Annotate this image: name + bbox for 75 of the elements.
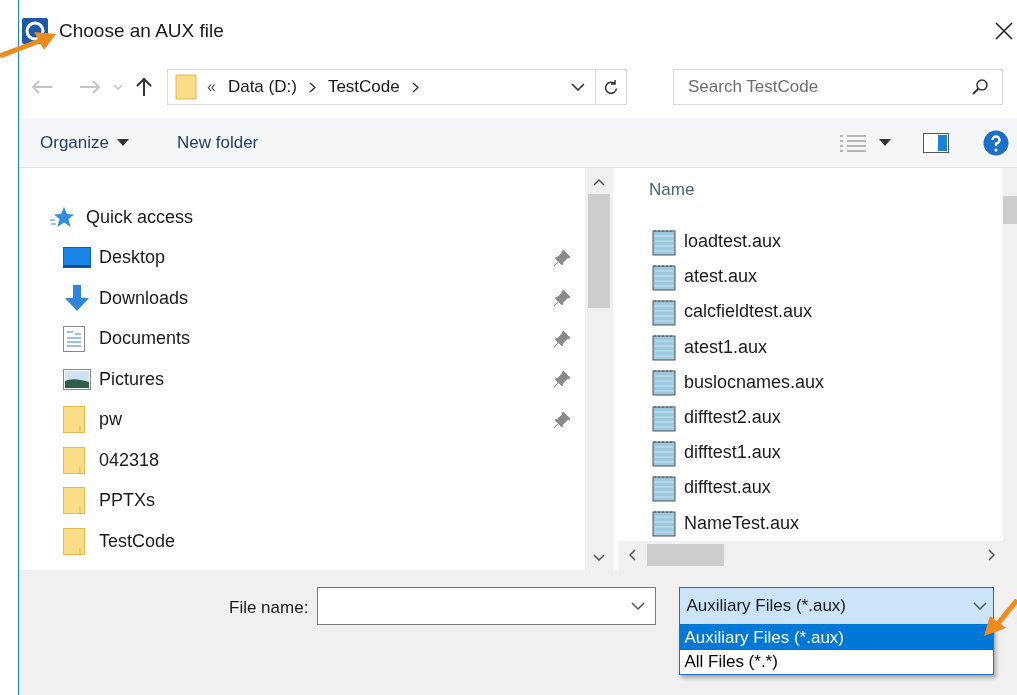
monitor-icon — [63, 247, 91, 269]
file-name[interactable]: NameTest.aux — [684, 509, 800, 537]
navigation-item[interactable]: Pictures — [99, 365, 165, 393]
horizontal-scrollbar[interactable] — [619, 540, 1017, 570]
chevron-right-icon — [308, 81, 316, 93]
breadcrumb[interactable]: Data (D:) — [227, 74, 297, 100]
help-icon[interactable] — [983, 129, 1009, 156]
chevron-down-icon[interactable] — [631, 602, 646, 610]
scroll-down-icon[interactable] — [593, 554, 605, 561]
navigation-item[interactable]: Downloads — [99, 284, 189, 312]
caret-icon — [117, 139, 129, 146]
annotation-arrow — [982, 598, 1017, 638]
notepad-icon — [650, 227, 676, 256]
vertical-scrollbar[interactable] — [1003, 168, 1017, 541]
breadcrumb[interactable]: TestCode — [327, 74, 400, 100]
address-bar[interactable]: « Data (D:) TestCode — [167, 69, 627, 105]
notepad-icon — [650, 297, 676, 326]
chevron-down-icon — [973, 602, 988, 610]
scroll-up-icon[interactable] — [593, 179, 605, 186]
scrollbar-thumb[interactable] — [647, 544, 724, 567]
folder-icon — [63, 487, 85, 515]
file-name[interactable]: difftest1.aux — [684, 439, 781, 467]
document-icon — [63, 325, 85, 352]
down-arrow-icon — [63, 284, 91, 313]
notepad-icon — [650, 438, 676, 467]
notepad-icon — [650, 368, 676, 397]
navigation-item[interactable]: Documents — [99, 325, 191, 353]
search-icon — [971, 78, 989, 96]
search-field[interactable]: Search TestCode — [673, 69, 1003, 105]
file-name[interactable]: loadtest.aux — [684, 228, 782, 256]
file-name[interactable]: atest1.aux — [684, 333, 768, 361]
navigation-item[interactable]: Quick access — [86, 203, 194, 231]
file-type-dropdown[interactable]: Auxiliary Files (*.aux) — [679, 587, 995, 625]
window-title: Choose an AUX file — [59, 18, 224, 43]
refresh-icon[interactable] — [604, 79, 618, 95]
notepad-icon — [650, 403, 676, 432]
notepad-icon — [650, 333, 676, 362]
overflow-chevron[interactable]: « — [207, 75, 216, 99]
picture-icon — [63, 368, 91, 390]
navigation-item[interactable]: pw — [99, 406, 122, 434]
chevron-right-icon — [411, 81, 419, 93]
chevron-down-icon[interactable] — [571, 83, 585, 91]
folder-icon — [63, 406, 85, 434]
toolbar-button[interactable]: New folder — [177, 129, 259, 156]
file-name-label: File name: — [229, 597, 309, 619]
vertical-scrollbar[interactable] — [585, 168, 613, 570]
scroll-left-icon[interactable] — [629, 549, 636, 562]
star-icon — [50, 206, 74, 229]
caret-icon[interactable] — [879, 139, 891, 146]
folder-icon — [63, 446, 85, 474]
column-header[interactable]: Name — [619, 168, 1003, 224]
folder-icon — [175, 74, 197, 100]
navigation-item[interactable]: 042318 — [99, 446, 160, 474]
file-name[interactable]: difftest2.aux — [684, 404, 781, 432]
dropdown-option[interactable]: Auxiliary Files (*.aux) — [680, 626, 994, 650]
file-name[interactable]: buslocnames.aux — [684, 368, 825, 396]
navigation-item[interactable]: PPTXs — [99, 487, 155, 515]
scrollbar-thumb[interactable] — [588, 194, 610, 308]
notepad-icon — [650, 473, 676, 502]
notepad-icon — [650, 509, 676, 538]
up-arrow-icon[interactable] — [135, 77, 153, 97]
dropdown-option[interactable]: All Files (*.*) — [680, 650, 994, 674]
file-name-field[interactable] — [317, 587, 657, 625]
scrollbar-thumb[interactable] — [1003, 196, 1017, 224]
file-name[interactable]: difftest.aux — [684, 474, 771, 502]
preview-pane-icon[interactable] — [923, 132, 949, 153]
organize-menu[interactable]: Organize — [40, 129, 129, 156]
scroll-right-icon[interactable] — [988, 549, 995, 562]
navigation-item[interactable]: Desktop — [99, 244, 166, 272]
notepad-icon — [650, 262, 676, 291]
folder-icon — [63, 527, 85, 555]
close-icon[interactable] — [995, 22, 1013, 40]
file-name[interactable]: calcfieldtest.aux — [684, 298, 813, 326]
file-name[interactable]: atest.aux — [684, 263, 758, 291]
navigation-item[interactable]: TestCode — [99, 527, 176, 555]
